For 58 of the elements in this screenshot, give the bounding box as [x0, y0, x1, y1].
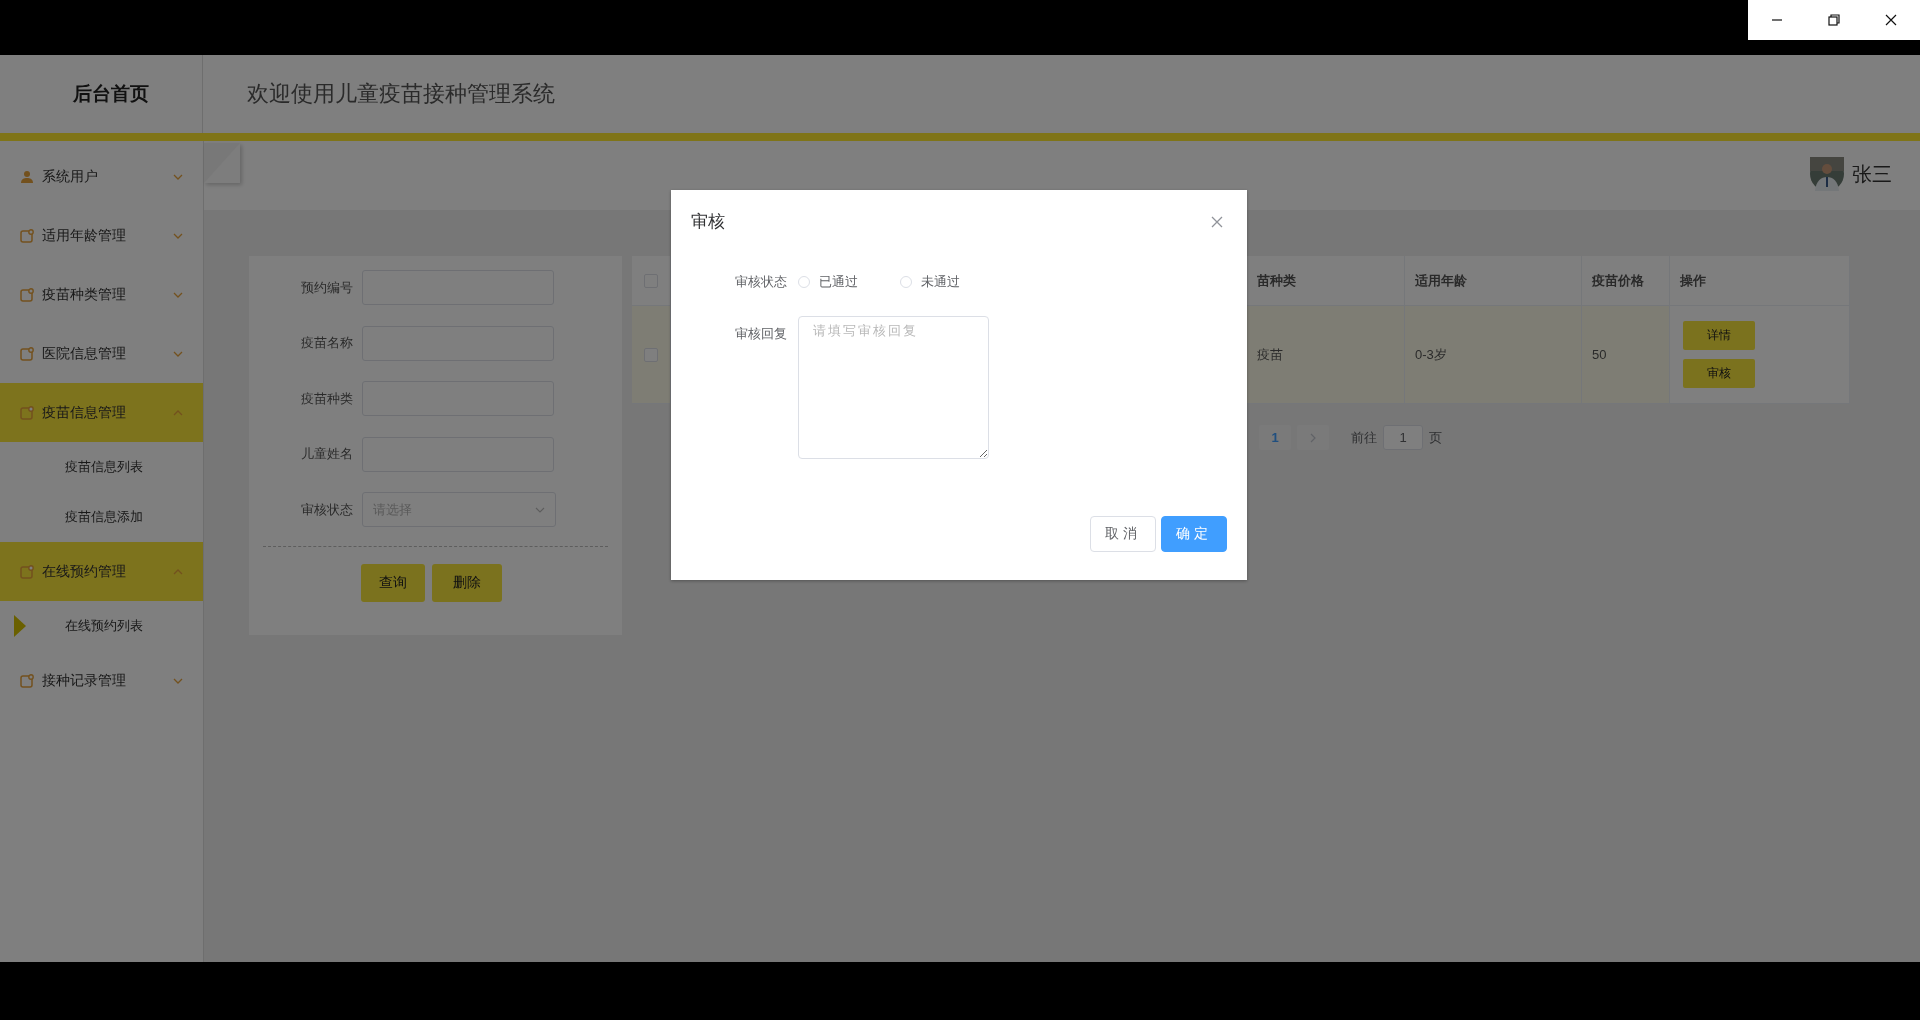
- row-action-button[interactable]: 详情: [1683, 321, 1755, 350]
- dialog-button[interactable]: 确定: [1161, 516, 1227, 552]
- caret-icon: [173, 409, 183, 416]
- menu-item[interactable]: 系统用户: [0, 147, 203, 206]
- note-icon: [20, 346, 34, 361]
- menu-item[interactable]: 医院信息管理: [0, 324, 203, 383]
- chevron-right-icon: [1309, 432, 1317, 443]
- field-label: 儿童姓名: [300, 445, 353, 463]
- table-cell: 0-3岁: [1415, 345, 1447, 364]
- caret-icon: [173, 568, 183, 575]
- note-icon: [20, 287, 34, 302]
- caret-icon: [173, 350, 183, 357]
- app-title: 欢迎使用儿童疫苗接种管理系统: [247, 80, 555, 108]
- menu-item[interactable]: 疫苗种类管理: [0, 265, 203, 324]
- menu-item[interactable]: 在线预约管理: [0, 542, 203, 601]
- field-label: 审核状态: [734, 273, 787, 291]
- active-marker-icon: [14, 615, 26, 637]
- column-header: 操作: [1680, 271, 1706, 290]
- caret-icon: [173, 291, 183, 298]
- form-button[interactable]: 查询: [361, 563, 425, 602]
- column-header: 苗种类: [1257, 271, 1296, 290]
- field-label: 审核回复: [734, 325, 787, 343]
- note-icon: [20, 673, 34, 688]
- dialog-button[interactable]: 取消: [1090, 516, 1156, 552]
- column-header: 疫苗价格: [1592, 271, 1644, 290]
- submenu-item[interactable]: 疫苗信息列表: [0, 442, 203, 492]
- dialog-title: 审核: [691, 211, 725, 233]
- table-cell: 50: [1592, 347, 1607, 362]
- restore-icon[interactable]: [1828, 14, 1840, 26]
- goto-label: 前往: [1351, 428, 1377, 447]
- field-label: 审核状态: [300, 500, 353, 519]
- reply-textarea[interactable]: 请填写审核回复: [798, 316, 989, 459]
- radio-option[interactable]: 未通过: [900, 273, 960, 291]
- table-cell: 疫苗: [1257, 345, 1283, 364]
- note-icon: [20, 405, 34, 420]
- submenu-item[interactable]: 在线预约列表: [0, 601, 203, 651]
- radio-option[interactable]: 已通过: [798, 273, 858, 291]
- menu-item[interactable]: 适用年龄管理: [0, 206, 203, 265]
- menu-item[interactable]: 疫苗信息管理: [0, 383, 203, 442]
- caret-icon: [173, 173, 183, 180]
- page-suffix: 页: [1429, 428, 1442, 447]
- field-label: 疫苗种类: [300, 389, 353, 408]
- user-name[interactable]: 张三: [1852, 160, 1892, 188]
- field-label: 预约编号: [300, 278, 353, 297]
- caret-icon: [173, 232, 183, 239]
- page-input[interactable]: 1: [1383, 425, 1423, 450]
- user-icon: [20, 169, 34, 184]
- close-icon[interactable]: [1885, 14, 1898, 26]
- form-button[interactable]: 删除: [432, 563, 502, 602]
- field-label: 疫苗名称: [300, 334, 353, 352]
- row-action-button[interactable]: 审核: [1683, 359, 1755, 388]
- note-icon: [20, 228, 34, 243]
- caret-icon: [535, 506, 545, 513]
- note-icon: [20, 564, 34, 579]
- menu-item[interactable]: 接种记录管理: [0, 651, 203, 710]
- caret-icon: [173, 677, 183, 684]
- column-header: 适用年龄: [1415, 271, 1467, 290]
- submenu-item[interactable]: 疫苗信息添加: [0, 492, 203, 542]
